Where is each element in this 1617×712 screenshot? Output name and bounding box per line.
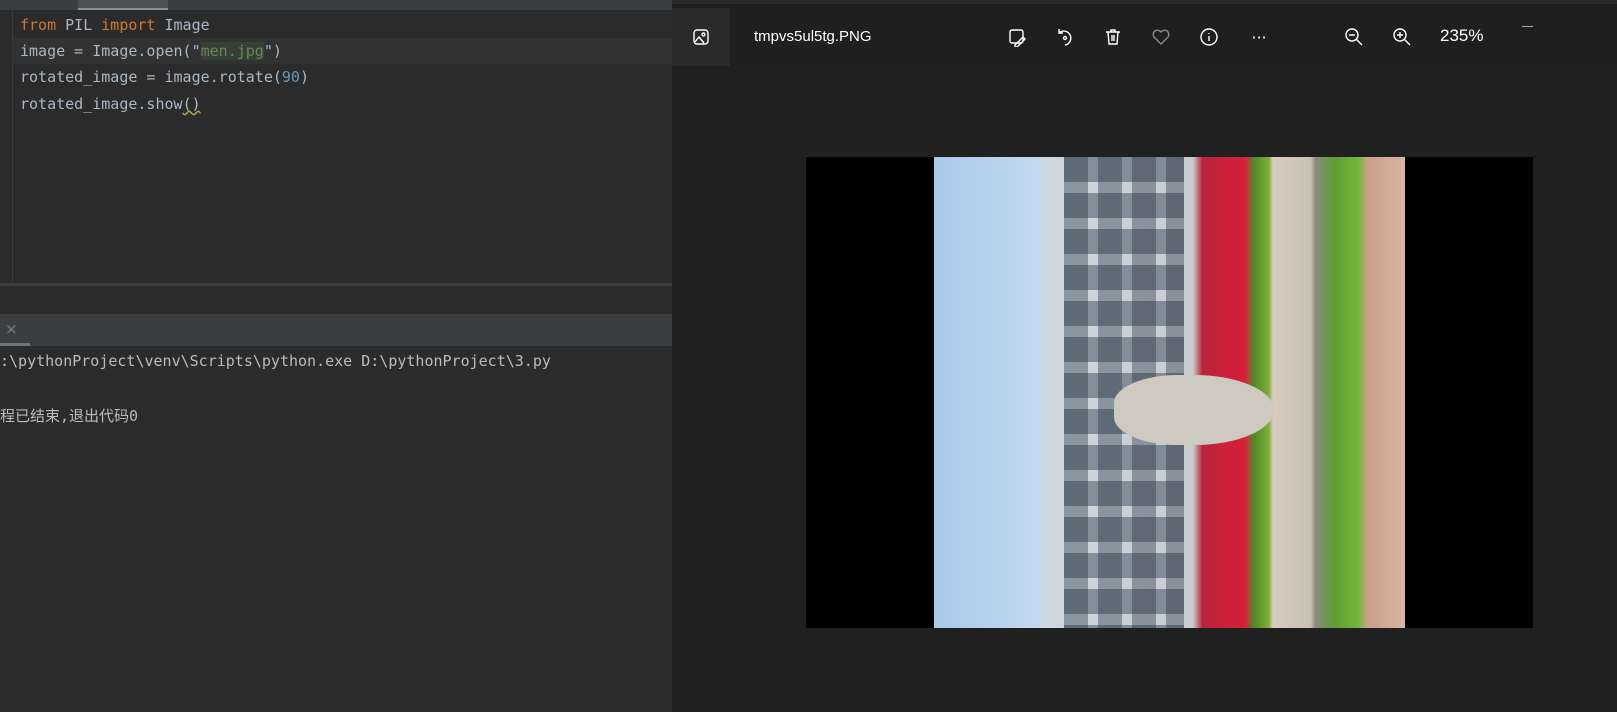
code-line: rotated_image.show() [20,91,201,117]
photos-app-icon[interactable] [672,8,730,66]
code-line-current: image = Image.open("men.jpg") [13,38,672,64]
console-command: :\pythonProject\venv\Scripts\python.exe … [0,352,551,370]
rotate-icon[interactable] [1052,24,1078,50]
code-text: PIL [56,16,102,34]
gutter-divider [12,10,13,282]
string-literal: men.jpg [200,42,264,60]
file-name: tmpvs5ul5tg.PNG [754,28,872,45]
zoom-in-icon[interactable] [1389,24,1415,50]
code-line: rotated_image = image.rotate(90) [20,64,309,90]
code-editor[interactable]: from PIL import Image image = Image.open… [0,10,672,283]
viewer-toolbar: tmpvs5ul5tg.PNG ··· 235% [672,4,1617,66]
code-text: rotated_image = image.rotate( [20,68,282,86]
code-text: () [182,95,201,113]
ide-window: from PIL import Image image = Image.open… [0,0,672,712]
info-icon[interactable] [1196,24,1222,50]
run-tabs: × [0,314,672,346]
code-text: image = Image.open(" [20,42,201,60]
statue [1114,375,1274,445]
rotated-photo [934,157,1405,628]
console-exit-message: 程已结束,退出代码0 [0,407,139,425]
image-canvas[interactable] [806,157,1533,628]
code-text: Image [155,16,210,34]
keyword: import [101,16,156,34]
run-toolbar [0,286,672,314]
run-console[interactable]: :\pythonProject\venv\Scripts\python.exe … [0,346,672,712]
code-line: from PIL import Image [20,12,210,38]
photo-viewer: tmpvs5ul5tg.PNG ··· 235% [672,0,1617,712]
code-text: ") [263,42,282,60]
minimize-button[interactable] [1522,26,1533,27]
close-icon[interactable]: × [5,320,18,338]
code-text: rotated_image.show [20,95,183,113]
edit-image-icon[interactable] [1004,24,1030,50]
zoom-out-icon[interactable] [1341,24,1367,50]
more-icon[interactable]: ··· [1246,24,1272,50]
zoom-level[interactable]: 235% [1440,26,1483,46]
editor-tabs [0,0,672,10]
delete-icon[interactable] [1100,24,1126,50]
number-literal: 90 [281,68,300,86]
tab-active[interactable] [78,0,168,10]
favorite-icon[interactable] [1148,24,1174,50]
code-text: ) [299,68,309,86]
keyword: from [20,16,57,34]
